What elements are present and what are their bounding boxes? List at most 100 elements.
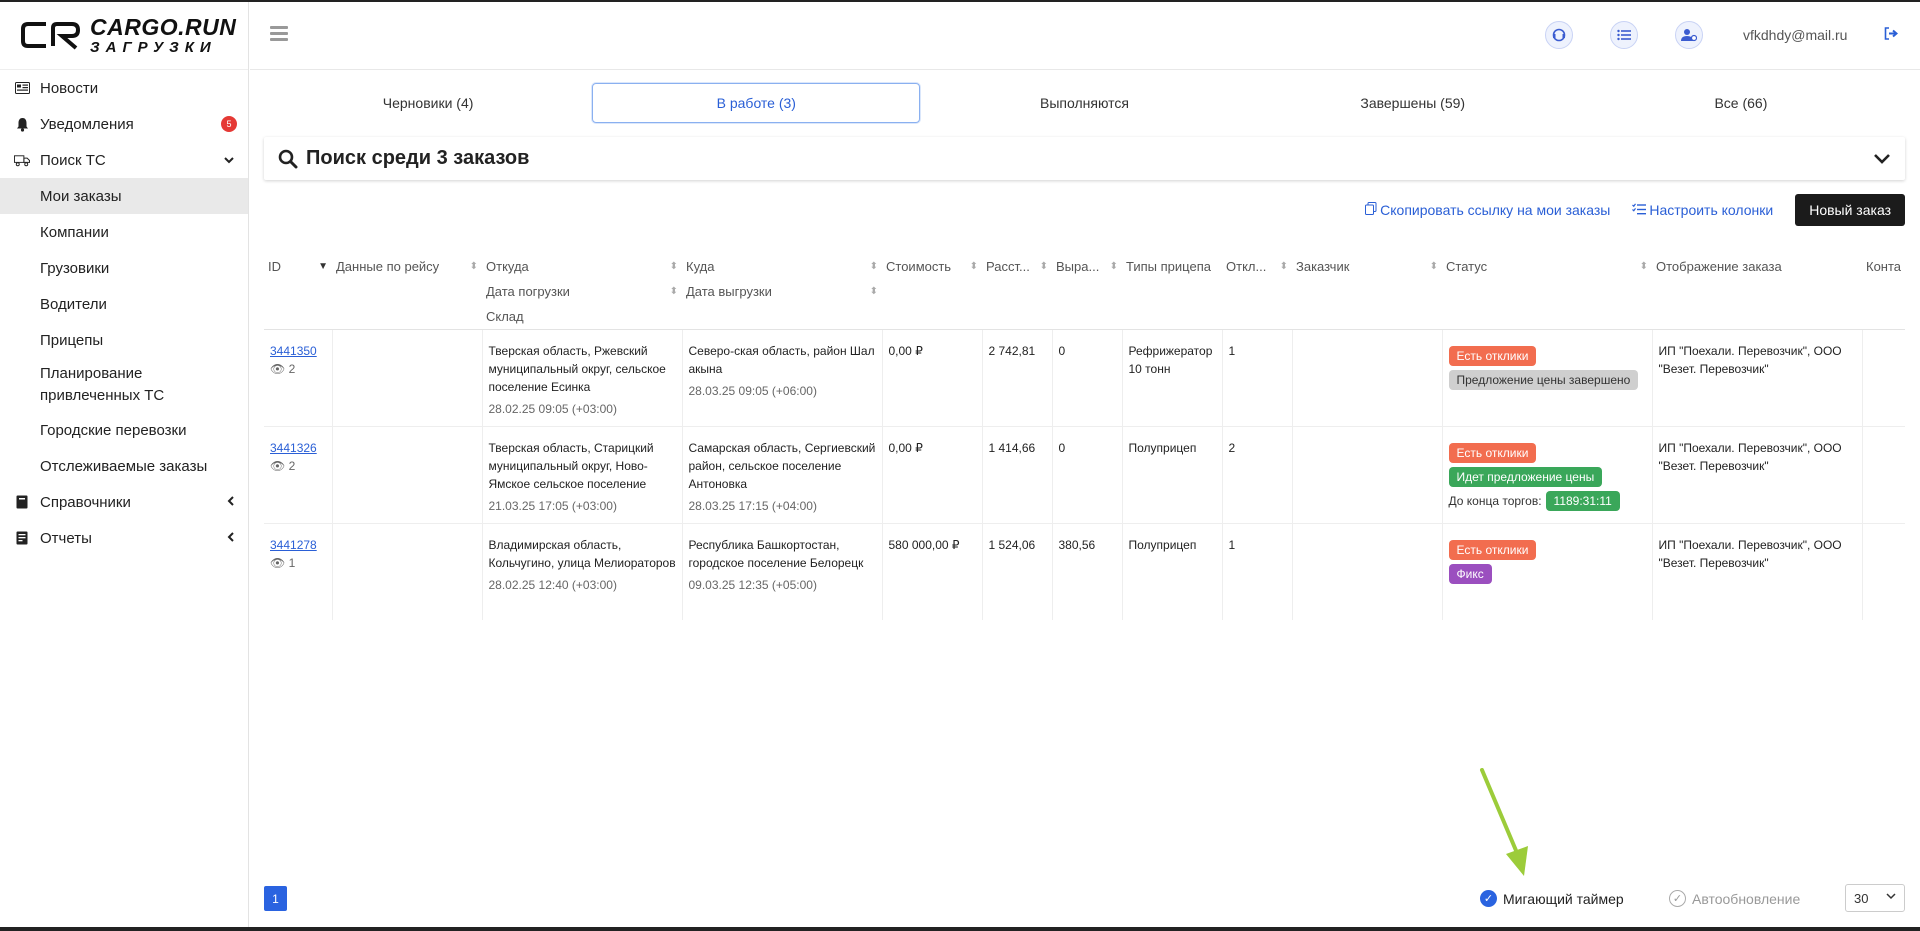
- sidebar-item-companies[interactable]: Компании: [0, 214, 248, 250]
- autorefresh-toggle[interactable]: ✓ Автообновление: [1669, 890, 1800, 907]
- new-order-button[interactable]: Новый заказ: [1795, 194, 1905, 226]
- table-row[interactable]: 3441350 👁 2 Тверская область, Ржевский м…: [264, 329, 1905, 427]
- copy-link-button[interactable]: Скопировать ссылку на мои заказы: [1365, 202, 1610, 218]
- eye-icon: 👁: [270, 556, 286, 570]
- sidebar-item-label: Мои заказы: [40, 187, 122, 205]
- cell-from: Тверская область, Старицкий муниципальны…: [482, 426, 683, 524]
- blink-timer-toggle[interactable]: ✓ Мигающий таймер: [1480, 890, 1624, 907]
- tab-completed[interactable]: Завершены (59): [1249, 83, 1577, 123]
- newspaper-icon: [14, 80, 30, 96]
- user-email[interactable]: vfkdhdy@mail.ru: [1743, 27, 1847, 43]
- cell-id: 3441350 👁 2: [264, 329, 333, 427]
- eye-icon: 👁: [270, 459, 286, 473]
- order-id-link[interactable]: 3441326: [270, 441, 317, 455]
- sidebar-item-vehicle-search[interactable]: Поиск ТС: [0, 142, 248, 178]
- sidebar-item-trucks[interactable]: Грузовики: [0, 250, 248, 286]
- tab-in-progress[interactable]: Выполняются: [920, 83, 1248, 123]
- cell-trailer: Полуприцеп: [1122, 523, 1223, 620]
- table-row[interactable]: 3441326 👁 2 Тверская область, Старицкий …: [264, 426, 1905, 524]
- cell-customer: [1292, 329, 1443, 427]
- sidebar-item-label: Водители: [40, 295, 107, 313]
- column-header-revenue[interactable]: Выра... ⬍: [1052, 250, 1122, 330]
- cargo-run-logo-icon: [21, 21, 81, 50]
- status-badge: Предложение цены завершено: [1448, 370, 1639, 390]
- pagination-page-1[interactable]: 1: [264, 886, 287, 911]
- column-header-to[interactable]: Куда ⬍ Дата выгрузки ⬍: [682, 250, 882, 330]
- column-header-id[interactable]: ID ▼: [264, 250, 332, 330]
- sidebar-item-news[interactable]: Новости: [0, 70, 248, 106]
- column-header-customer[interactable]: Заказчик ⬍: [1292, 250, 1442, 330]
- tab-in-work[interactable]: В работе (3): [592, 83, 921, 123]
- status-badge: Есть отклики: [1448, 540, 1537, 560]
- views-count: 👁 2: [270, 459, 296, 473]
- column-header-display[interactable]: Отображение заказа: [1652, 250, 1862, 330]
- order-search-panel[interactable]: Поиск среди 3 заказов: [264, 137, 1905, 180]
- cell-trailer: Полуприцеп: [1122, 426, 1223, 524]
- order-status-tabs: Черновики (4) В работе (3) Выполняются З…: [264, 83, 1905, 123]
- checklist-icon: [1632, 202, 1647, 218]
- auction-timer: До конца торгов: 1189:31:11: [1449, 491, 1648, 511]
- cell-distance: 1 524,06: [982, 523, 1053, 620]
- tab-drafts[interactable]: Черновики (4): [264, 83, 592, 123]
- cell-responses: 1: [1222, 523, 1293, 620]
- sidebar-item-references[interactable]: Справочники: [0, 484, 248, 520]
- per-page-select[interactable]: 30: [1845, 884, 1905, 912]
- cell-distance: 2 742,81: [982, 329, 1053, 427]
- sidebar-item-trailers[interactable]: Прицепы: [0, 322, 248, 358]
- chevron-down-icon: [224, 153, 234, 167]
- sidebar-item-planning[interactable]: Планирование привлеченных ТС: [0, 358, 248, 412]
- column-header-trailer[interactable]: Типы прицепа: [1122, 250, 1222, 330]
- cell-id: 3441326 👁 2: [264, 426, 333, 524]
- table-row[interactable]: 3441278 👁 1 Владимирская область, Кольчу…: [264, 523, 1905, 620]
- column-header-responses[interactable]: Откл... ⬍: [1222, 250, 1292, 330]
- window-bottom-border: [0, 927, 1920, 931]
- cell-status: Есть отклики Фикс: [1442, 523, 1653, 620]
- logo[interactable]: CARGO.RUN ЗАГРУЗКИ: [0, 2, 248, 70]
- sidebar-item-notifications[interactable]: Уведомления 5: [0, 106, 248, 142]
- hamburger-menu-icon[interactable]: [270, 26, 288, 42]
- sidebar-item-tracked-orders[interactable]: Отслеживаемые заказы: [0, 448, 248, 484]
- column-header-from[interactable]: Откуда ⬍ Дата погрузки ⬍ Склад: [482, 250, 682, 330]
- cell-revenue: 380,56: [1052, 523, 1123, 620]
- cell-revenue: 0: [1052, 329, 1123, 427]
- chevron-down-icon[interactable]: [1873, 150, 1891, 168]
- views-count: 👁 1: [270, 556, 296, 570]
- tab-all[interactable]: Все (66): [1577, 83, 1905, 123]
- logo-subtitle: ЗАГРУЗКИ: [90, 39, 217, 56]
- cell-to: Самарская область, Сергиевский район, се…: [682, 426, 883, 524]
- cell-status: Есть отклики Идет предложение цены До ко…: [1442, 426, 1653, 524]
- cell-cost: 0,00 ₽: [882, 329, 983, 427]
- table-actions: Скопировать ссылку на мои заказы Настрои…: [1365, 194, 1905, 226]
- column-header-contacts[interactable]: Конта: [1862, 250, 1905, 330]
- sidebar-item-label: Новости: [40, 79, 99, 97]
- status-badge: Есть отклики: [1448, 346, 1537, 366]
- column-header-status[interactable]: Статус ⬍: [1442, 250, 1652, 330]
- configure-columns-button[interactable]: Настроить колонки: [1632, 202, 1773, 218]
- checkmark-icon: ✓: [1480, 890, 1497, 907]
- logout-icon[interactable]: [1884, 27, 1899, 43]
- sidebar-item-reports[interactable]: Отчеты: [0, 520, 248, 556]
- eye-icon: 👁: [270, 362, 286, 376]
- order-id-link[interactable]: 3441278: [270, 538, 317, 552]
- timer-value: 1189:31:11: [1545, 491, 1620, 511]
- column-header-cost[interactable]: Стоимость ⬍: [882, 250, 982, 330]
- list-icon[interactable]: [1610, 21, 1638, 49]
- cell-to: Северо-ская область, район Шал акына 28.…: [682, 329, 883, 427]
- cell-contacts: [1862, 329, 1905, 427]
- book-icon: [14, 494, 30, 510]
- column-header-distance[interactable]: Расст... ⬍: [982, 250, 1052, 330]
- column-header-trip[interactable]: Данные по рейсу ⬍: [332, 250, 482, 330]
- cell-contacts: [1862, 523, 1905, 620]
- sidebar-item-label: Отслеживаемые заказы: [40, 457, 208, 475]
- truck-icon: [14, 152, 30, 168]
- support-icon[interactable]: [1545, 21, 1573, 49]
- sidebar-item-label: Прицепы: [40, 331, 104, 349]
- order-id-link[interactable]: 3441350: [270, 344, 317, 358]
- logo-title: CARGO.RUN: [90, 14, 237, 40]
- user-settings-icon[interactable]: [1675, 21, 1703, 49]
- sidebar-item-label: Компании: [40, 223, 109, 241]
- sidebar-nav: Новости Уведомления 5 Поиск ТС Мои заказ…: [0, 70, 248, 556]
- sidebar-item-drivers[interactable]: Водители: [0, 286, 248, 322]
- sidebar-item-city-transport[interactable]: Городские перевозки: [0, 412, 248, 448]
- sidebar-item-my-orders[interactable]: Мои заказы: [0, 178, 248, 214]
